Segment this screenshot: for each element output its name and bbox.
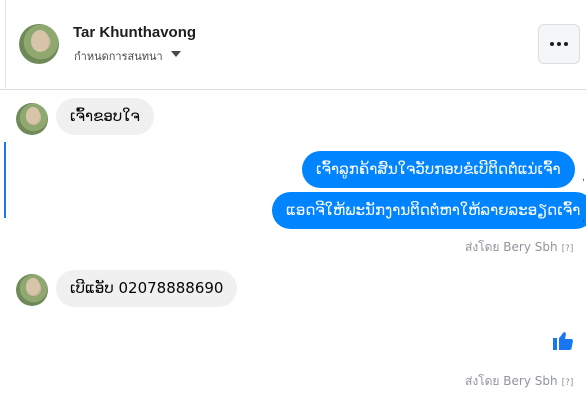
focus-indicator bbox=[4, 142, 6, 218]
message-thread: ເຈົ້າຂອບໃຈ ເຈົ້າລູກຄ້າສົນໃຈວັບກອບຂໍເບີຕິ… bbox=[0, 90, 586, 400]
divider bbox=[5, 0, 6, 90]
help-link[interactable]: [?] bbox=[562, 378, 574, 388]
sent-by-text: ส่งโดย Bery Sbh bbox=[465, 374, 558, 388]
conversation-subtitle[interactable]: กำหนดการสนทนา bbox=[74, 47, 163, 65]
read-receipt-icon: , bbox=[582, 172, 585, 183]
message-bubble-outgoing[interactable]: ເຈົ້າລູກຄ້າສົນໃຈວັບກອບຂໍເບີຕິດຕໍ່ແນ່ເຈົ້… bbox=[302, 151, 575, 188]
message-bubble-outgoing[interactable]: ແອດຈີໃຫ້ພະນັກງານຕິດຕໍ່ຫາໃຫ້ລາຍລະອຽດເຈົ້າ bbox=[272, 192, 586, 229]
sent-by-text: ส่งโดย Bery Sbh bbox=[465, 240, 558, 254]
avatar[interactable] bbox=[16, 103, 48, 135]
avatar[interactable] bbox=[19, 24, 59, 64]
conversation-header: Tar Khunthavong กำหนดการสนทนา bbox=[0, 0, 586, 90]
chevron-down-icon[interactable] bbox=[171, 51, 181, 57]
sent-by-label: ส่งโดย Bery Sbh [?] bbox=[465, 372, 573, 391]
more-options-button[interactable] bbox=[538, 24, 580, 64]
message-bubble-incoming[interactable]: ເຈົ້າຂອບໃຈ bbox=[56, 98, 154, 135]
sent-by-label: ส่งโดย Bery Sbh [?] bbox=[465, 238, 573, 257]
help-link[interactable]: [?] bbox=[562, 244, 574, 254]
contact-name[interactable]: Tar Khunthavong bbox=[73, 24, 196, 41]
thumbs-up-icon[interactable] bbox=[551, 328, 575, 352]
avatar[interactable] bbox=[16, 274, 48, 306]
dots-icon bbox=[550, 42, 568, 46]
read-receipt-icon: , bbox=[582, 213, 585, 224]
message-bubble-incoming[interactable]: ເບີແອັບ 02078888690 bbox=[56, 270, 238, 307]
